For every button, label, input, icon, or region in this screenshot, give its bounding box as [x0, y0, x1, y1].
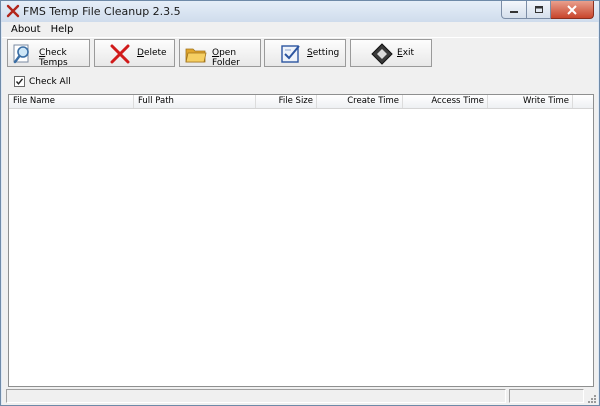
delete-label: Delete — [137, 48, 167, 58]
delete-button[interactable]: Delete — [94, 39, 175, 67]
check-all-option[interactable]: Check All — [14, 76, 71, 87]
main-content: Check All File Name Full Path File Size … — [2, 70, 598, 388]
exit-icon — [371, 43, 393, 65]
status-bar — [2, 388, 598, 405]
checkmark-icon — [15, 78, 24, 85]
menu-bar: About Help — [2, 22, 598, 37]
check-temps-label: Check Temps — [39, 48, 68, 68]
column-header-file-name[interactable]: File Name — [9, 95, 134, 108]
toolbar: Check Temps Delete Open Folder Setting E… — [2, 37, 598, 71]
close-button[interactable] — [551, 1, 594, 19]
window-controls — [501, 1, 594, 19]
list-header: File Name Full Path File Size Create Tim… — [9, 95, 593, 109]
column-header-full-path[interactable]: Full Path — [134, 95, 256, 108]
column-header-write-time[interactable]: Write Time — [488, 95, 573, 108]
minimize-button[interactable] — [501, 1, 527, 19]
close-icon — [567, 4, 577, 15]
menu-about[interactable]: About — [2, 22, 46, 37]
column-header-create-time[interactable]: Create Time — [317, 95, 403, 108]
file-list[interactable]: File Name Full Path File Size Create Tim… — [8, 94, 594, 387]
exit-button[interactable]: Exit — [350, 39, 432, 67]
app-window: FMS Temp File Cleanup 2.3.5 About Help C… — [0, 0, 600, 406]
check-all-checkbox[interactable] — [14, 76, 25, 87]
maximize-button[interactable] — [527, 1, 551, 19]
resize-grip-icon[interactable] — [586, 393, 597, 404]
status-panel-secondary — [509, 389, 584, 403]
menu-help[interactable]: Help — [46, 22, 79, 37]
minimize-icon — [510, 10, 518, 13]
check-all-label: Check All — [29, 76, 71, 87]
setting-button[interactable]: Setting — [264, 39, 346, 67]
window-title: FMS Temp File Cleanup 2.3.5 — [23, 5, 181, 18]
magnifier-icon — [13, 44, 29, 64]
settings-icon — [281, 45, 300, 63]
column-header-file-size[interactable]: File Size — [256, 95, 317, 108]
open-folder-button[interactable]: Open Folder — [179, 39, 261, 68]
red-x-icon — [110, 44, 130, 64]
exit-label: Exit — [397, 48, 415, 58]
check-temps-button[interactable]: Check Temps — [7, 39, 90, 68]
title-bar[interactable]: FMS Temp File Cleanup 2.3.5 — [1, 1, 599, 22]
open-folder-label: Open Folder — [212, 48, 240, 68]
app-icon — [6, 4, 20, 18]
folder-icon — [185, 48, 207, 63]
column-header-access-time[interactable]: Access Time — [403, 95, 488, 108]
setting-label: Setting — [307, 48, 340, 58]
status-panel-main — [6, 389, 506, 403]
maximize-icon — [534, 6, 543, 13]
